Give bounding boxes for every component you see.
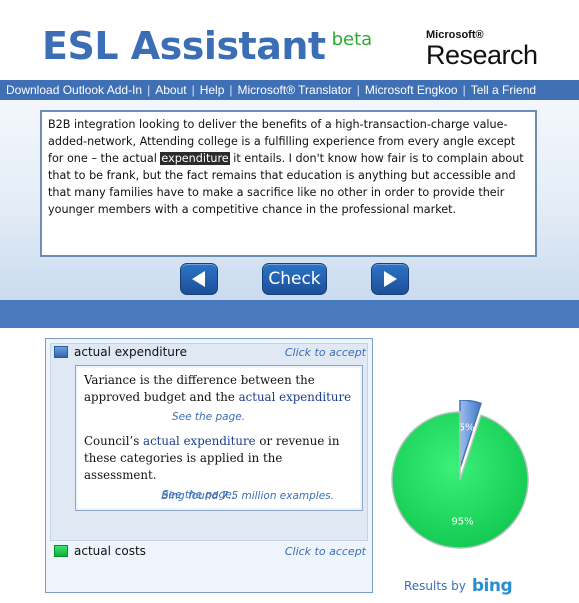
suggestion-row-actual-costs[interactable]: actual costs Click to accept xyxy=(54,544,366,558)
right-arrow-icon xyxy=(384,271,397,287)
pie-label-actual-expenditure: 5% xyxy=(459,422,475,433)
click-to-accept-link[interactable]: Click to accept xyxy=(285,545,366,558)
nav-separator: | xyxy=(147,83,151,97)
nav-engkoo[interactable]: Microsoft Engkoo xyxy=(365,83,458,97)
example-highlight: actual expenditure xyxy=(143,434,256,448)
click-to-accept-link[interactable]: Click to accept xyxy=(285,346,366,359)
left-arrow-icon xyxy=(192,271,205,287)
suggestion-label: actual costs xyxy=(74,544,146,558)
results-by-label: Results by xyxy=(404,579,466,593)
nav-separator: | xyxy=(191,83,195,97)
logo-beta-tag: beta xyxy=(331,29,373,50)
microsoft-research-logo: Microsoft® Research xyxy=(426,30,538,70)
nav-translator[interactable]: Microsoft® Translator xyxy=(238,83,352,97)
next-button[interactable] xyxy=(371,263,409,295)
nav-help[interactable]: Help xyxy=(200,83,225,97)
suggestion-row-actual-expenditure[interactable]: actual expenditure Click to accept xyxy=(54,345,366,359)
example-highlight: actual expenditure xyxy=(238,390,352,404)
example-sentence: Council’s actual expenditure or revenue … xyxy=(84,433,354,484)
esl-assistant-logo: ESL Assistant beta xyxy=(42,24,372,68)
blue-square-icon xyxy=(54,346,68,358)
nav-bar: Download Outlook Add-In | About | Help |… xyxy=(0,80,579,100)
usage-pie-chart: 5% 95% xyxy=(391,400,529,549)
example-text: Council’s xyxy=(84,434,144,448)
see-the-page-link[interactable]: See the page. xyxy=(172,411,245,423)
bing-logo: bing xyxy=(471,576,513,596)
logo-title: ESL Assistant xyxy=(42,24,326,68)
nav-tell-a-friend[interactable]: Tell a Friend xyxy=(471,83,536,97)
check-button[interactable]: Check xyxy=(262,263,327,295)
pie-label-actual-costs: 95% xyxy=(451,517,473,528)
nav-about[interactable]: About xyxy=(155,83,186,97)
nav-separator: | xyxy=(229,83,233,97)
suggestion-label: actual expenditure xyxy=(74,345,187,359)
divider-band xyxy=(0,300,579,328)
text-input-area[interactable]: B2B integration looking to deliver the b… xyxy=(40,110,537,257)
example-sentence: Variance is the difference between the a… xyxy=(84,372,354,406)
research-label: Research xyxy=(426,40,538,70)
bing-found-count: Bing found 7.5 million examples. xyxy=(161,490,334,502)
previous-button[interactable] xyxy=(180,263,218,295)
nav-separator: | xyxy=(356,83,360,97)
highlighted-phrase[interactable]: expenditure xyxy=(160,152,230,165)
usage-examples-box: Variance is the difference between the a… xyxy=(75,365,363,511)
nav-download-outlook[interactable]: Download Outlook Add-In xyxy=(6,83,142,97)
nav-separator: | xyxy=(462,83,466,97)
header: ESL Assistant beta Microsoft® Research xyxy=(0,0,579,75)
green-square-icon xyxy=(54,545,68,557)
results-by-bing: Results by bing xyxy=(404,576,513,596)
